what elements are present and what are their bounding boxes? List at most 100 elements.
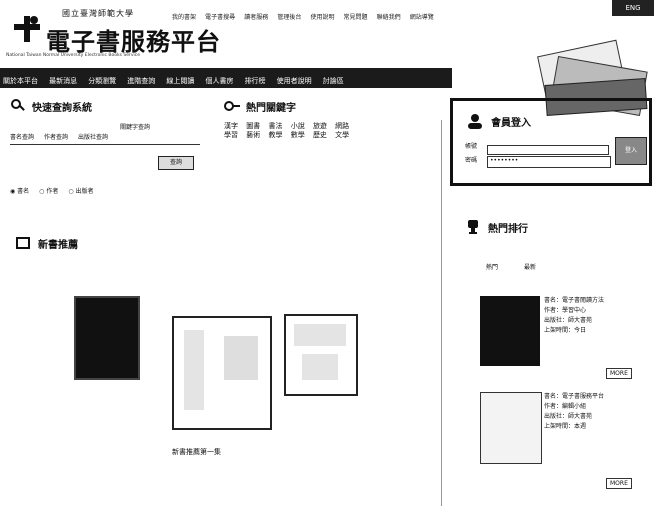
search-options: ◉ 書名 ○ 作者 ○ 出版者 (10, 188, 210, 195)
search-field-label: 出版社查詢 (78, 134, 109, 141)
ranking-item-text: 書名：電子書服務平台 作者：編輯小組 出版社：師大書苑 上架時間：本週 (544, 392, 644, 432)
ranking-tabs: 熱門 最新 (486, 264, 536, 271)
ranking-title: 熱門排行 (488, 223, 528, 235)
keyword-link[interactable]: 數學 (291, 131, 305, 139)
book-cover-1[interactable] (74, 296, 140, 380)
login-username-input[interactable] (487, 145, 609, 155)
keyword-link[interactable]: 藝術 (246, 131, 260, 139)
nav-item[interactable]: 最新消息 (46, 71, 80, 91)
featured-header: 新書推薦 (14, 234, 78, 252)
ranking-item-line: 書名：電子書服務平台 (544, 393, 605, 400)
keyword-link[interactable]: 圖書 (246, 122, 260, 130)
search-title: 快速查詢系統 (32, 102, 92, 114)
login-header: 會員登入 (465, 111, 531, 131)
ranking-item-line: 上架時間：今日 (544, 327, 587, 334)
ranking-item-line: 作者：學習中心 (544, 307, 587, 314)
search-input[interactable] (10, 144, 200, 145)
nav-item[interactable]: 排行榜 (242, 71, 269, 91)
ranking-tab[interactable]: 最新 (524, 264, 536, 271)
content-divider (441, 120, 442, 506)
login-button[interactable]: 登入 (615, 137, 647, 165)
ranking-item-thumbnail (480, 392, 542, 464)
search-field-label: 作者查詢 (44, 134, 69, 141)
magnifier-icon (11, 99, 25, 111)
top-link[interactable]: 聯絡我們 (377, 12, 401, 21)
keyword-link[interactable]: 漢字 (224, 122, 238, 130)
book-cover-3-art (302, 354, 338, 380)
key-icon (224, 101, 240, 111)
top-link[interactable]: 電子書搜尋 (205, 12, 235, 21)
book-cover-3-art (294, 324, 346, 346)
keyword-link[interactable]: 小說 (291, 122, 305, 130)
login-password-input[interactable]: •••••••• (487, 156, 611, 168)
top-link[interactable]: 使用說明 (310, 12, 334, 21)
nav-item[interactable]: 線上閱讀 (163, 71, 197, 91)
nav-item[interactable]: 關於本平台 (0, 71, 41, 91)
top-link[interactable]: 管理後台 (277, 12, 301, 21)
search-option[interactable]: ◉ 書名 (10, 188, 29, 195)
site-header: 國立臺灣師範大學 電子書服務平台 National Taiwan Normal … (0, 0, 654, 117)
site-subtitle: 國立臺灣師範大學 (62, 9, 134, 18)
ranking-item-line: 書名：電子書閱讀方法 (544, 297, 605, 304)
logo-icon (14, 16, 40, 42)
search-button-label: 查詢 (169, 159, 182, 166)
main-nav: 關於本平台 最新消息 分類瀏覽 進階查詢 線上閱讀 個人書房 排行榜 使用者說明… (0, 68, 452, 88)
login-pass-label: 密碼 (465, 157, 478, 164)
top-link[interactable]: 讀者服務 (244, 12, 268, 21)
site-title: 電子書服務平台 (46, 27, 221, 56)
search-option-label: 作者 (46, 188, 59, 195)
search-option-label: 書名 (17, 188, 30, 195)
book-cover-3[interactable] (284, 314, 358, 396)
search-option[interactable]: ○ 出版者 (68, 188, 93, 195)
password-mask: •••••••• (490, 157, 519, 164)
ranking-item[interactable]: 書名：電子書閱讀方法 作者：學習中心 出版社：師大書苑 上架時間：今日 MORE (480, 296, 640, 379)
nav-item[interactable]: 分類瀏覽 (85, 71, 119, 91)
nav-item[interactable]: 進階查詢 (124, 71, 158, 91)
featured-caption: 新書推薦第一集 (172, 448, 221, 456)
hot-title: 熱門關鍵字 (246, 102, 296, 114)
featured-title: 新書推薦 (38, 239, 78, 251)
user-icon (468, 114, 482, 129)
search-field-label: 書名查詢 (10, 134, 35, 141)
keyword-link[interactable]: 網路 (335, 122, 349, 130)
top-link[interactable]: 我的書架 (172, 12, 196, 21)
ranking-header: 熱門排行 (464, 218, 528, 236)
keyword-link[interactable]: 旅遊 (313, 122, 327, 130)
ranking-more-button[interactable]: MORE (606, 478, 632, 489)
search-option[interactable]: ○ 作者 (39, 188, 58, 195)
login-user-label: 帳號 (465, 143, 478, 150)
keyword-link[interactable]: 教學 (268, 131, 282, 139)
top-link[interactable]: 常見問題 (344, 12, 368, 21)
ranking-item-line: 出版社：師大書苑 (544, 317, 593, 324)
top-link[interactable]: 網站導覽 (410, 12, 434, 21)
book-cover-2-art (224, 336, 258, 380)
book-cover-2[interactable] (172, 316, 272, 430)
ranking-more-button[interactable]: MORE (606, 368, 632, 379)
language-toggle[interactable]: ENG (612, 0, 654, 16)
nav-item[interactable]: 討論區 (320, 71, 347, 91)
book-icon (16, 237, 30, 249)
search-button[interactable]: 查詢 (158, 156, 194, 170)
ranking-item-text: 書名：電子書閱讀方法 作者：學習中心 出版社：師大書苑 上架時間：今日 (544, 296, 644, 336)
language-label: ENG (625, 4, 641, 12)
search-header: 快速查詢系統 (10, 98, 92, 114)
top-links: 我的書架 電子書搜尋 讀者服務 管理後台 使用說明 常見問題 聯絡我們 網站導覽 (172, 4, 642, 21)
hot-header: 熱門關鍵字 (224, 98, 296, 114)
search-panel: 快速查詢系統 關鍵字查詢 書名查詢 作者查詢 出版社查詢 查詢 ◉ 書名 ○ 作… (10, 98, 210, 208)
search-option-label: 出版者 (75, 188, 94, 195)
hot-keywords: 漢字 圖書 書法 小說 旅遊 網路 學習 藝術 教學 數學 歷史 文學 (224, 122, 434, 140)
member-login-box: 會員登入 帳號 密碼 •••••••• 登入 (450, 98, 652, 186)
keyword-link[interactable]: 歷史 (313, 131, 327, 139)
featured-books (70, 286, 360, 430)
ranking-item[interactable]: 書名：電子書服務平台 作者：編輯小組 出版社：師大書苑 上架時間：本週 MORE (480, 392, 640, 492)
ranking-item-thumbnail (480, 296, 540, 366)
ranking-tab[interactable]: 熱門 (486, 264, 498, 271)
nav-item[interactable]: 個人書房 (202, 71, 236, 91)
nav-item[interactable]: 使用者說明 (274, 71, 315, 91)
keyword-link[interactable]: 書法 (268, 122, 282, 130)
hot-keywords-panel: 熱門關鍵字 漢字 圖書 書法 小說 旅遊 網路 學習 藝術 教學 數學 歷史 文… (224, 98, 434, 188)
search-label: 關鍵字查詢 (120, 124, 151, 131)
keyword-link[interactable]: 文學 (335, 131, 349, 139)
search-fields: 書名查詢 作者查詢 出版社查詢 (10, 134, 210, 141)
keyword-link[interactable]: 學習 (224, 131, 238, 139)
